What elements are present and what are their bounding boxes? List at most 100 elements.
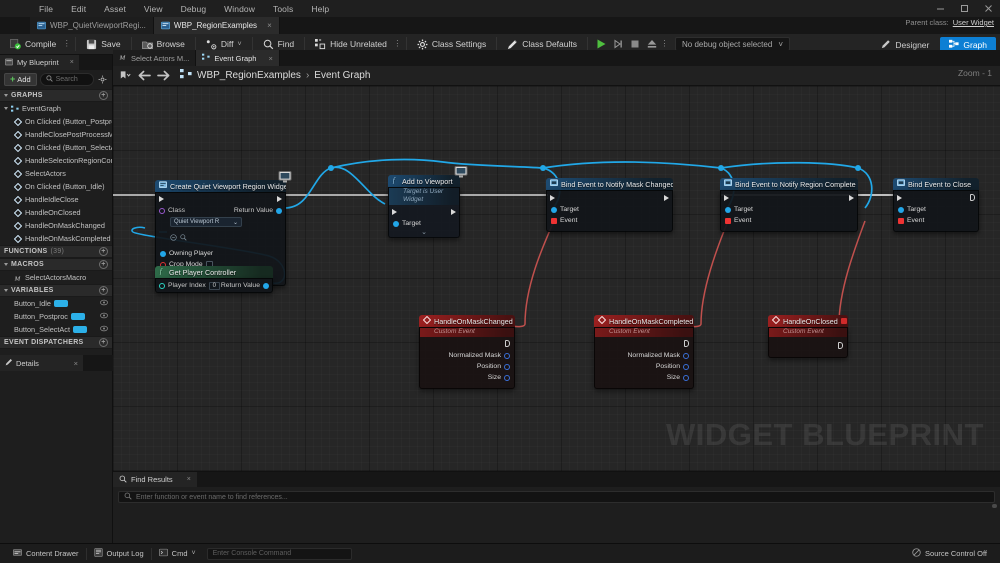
navigate-back-button[interactable] [138,69,151,83]
tree-item-event-7[interactable]: HandleOnClosed [0,206,112,219]
find-results-scrollbar[interactable] [992,504,997,508]
node-get-player-controller[interactable]: f Get Player Controller Player Index 0 R… [155,266,273,293]
section-graphs[interactable]: GRAPHS + [0,89,112,102]
section-macros[interactable]: MACROS + [0,258,112,271]
class-browse-icon[interactable] [170,228,177,246]
menu-debug[interactable]: Debug [172,2,216,16]
tree-item-event-4[interactable]: SelectActors [0,167,112,180]
tree-item-event-9[interactable]: HandleOnMaskCompleted [0,232,112,245]
tree-item-variable-button-postproc[interactable]: Button_Postproc [0,310,112,323]
exec-out-pin[interactable] [277,196,282,202]
menu-tools[interactable]: Tools [264,2,302,16]
bookmark-dropdown-button[interactable] [119,69,132,83]
event-input-pin[interactable] [725,218,731,224]
close-icon[interactable]: × [74,359,78,368]
player-index-value[interactable]: 0 [209,282,220,290]
node-handle-on-closed[interactable]: HandleOnClosed Custom Event [768,315,848,358]
close-icon[interactable]: × [267,21,272,30]
breadcrumb-root[interactable]: WBP_RegionExamples [197,70,301,81]
eye-icon[interactable] [100,299,108,308]
minimize-icon[interactable] [928,0,952,17]
menu-edit[interactable]: Edit [62,2,95,16]
tree-item-variable-button-idle[interactable]: Button_Idle [0,297,112,310]
class-dropdown[interactable]: Quiet Viewport R ⌄ [170,217,242,227]
event-input-pin[interactable] [551,218,557,224]
add-dispatcher-icon[interactable]: + [99,338,108,347]
debug-object-selector[interactable]: No debug object selected ˅ [675,37,790,51]
source-control-button[interactable]: Source Control Off [905,544,994,563]
exec-in-pin[interactable] [392,209,397,215]
breadcrumb-leaf[interactable]: Event Graph [314,70,370,81]
blueprint-graph-canvas[interactable]: WIDGET BLUEPRINT [113,86,1000,471]
section-variables[interactable]: VARIABLES + [0,284,112,297]
tab-find-results[interactable]: Find Results × [113,472,197,487]
event-input-pin[interactable] [898,218,904,224]
size-output-pin[interactable] [504,375,510,381]
compile-button[interactable]: Compile [4,34,62,55]
tree-item-eventgraph[interactable]: EventGraph [0,102,112,115]
console-command-input[interactable]: Enter Console Command [207,548,352,560]
tree-item-event-3[interactable]: HandleSelectionRegionCom [0,154,112,167]
return-value-output-pin[interactable] [263,283,269,289]
close-icon[interactable]: × [70,59,74,66]
exec-in-pin[interactable] [550,195,555,201]
tab-my-blueprint[interactable]: My Blueprint × [0,55,79,70]
node-bind-event-to-notify-region-complete[interactable]: Bind Event to Notify Region Complete Tar… [720,178,858,232]
menu-view[interactable]: View [135,2,172,16]
node-handle-on-mask-completed[interactable]: HandleOnMaskCompleted Custom Event Norma… [594,315,694,389]
cmd-selector[interactable]: Cmd ˅ [152,544,203,563]
add-graph-icon[interactable]: + [99,91,108,100]
add-variable-icon[interactable]: + [99,286,108,295]
tree-item-event-6[interactable]: HandleIdleClose [0,193,112,206]
menu-asset[interactable]: Asset [95,2,135,16]
tree-item-variable-button-selectact[interactable]: Button_SelectAct [0,323,112,336]
maximize-icon[interactable] [952,0,976,17]
parent-class-link[interactable]: User Widget [953,18,994,27]
exec-in-pin[interactable] [897,195,902,201]
player-index-input-pin[interactable] [159,283,165,289]
tree-item-event-2[interactable]: On Clicked (Button_SelectAc [0,141,112,154]
return-value-output-pin[interactable] [276,208,282,214]
owning-player-input-pin[interactable] [160,251,166,257]
node-handle-on-mask-changed[interactable]: HandleOnMaskChanged Custom Event Normali… [419,315,515,389]
tree-item-event-0[interactable]: On Clicked (Button_Postproc [0,115,112,128]
exec-out-pin[interactable] [451,209,456,215]
tab-select-actors-macro[interactable]: M Select Actors M... [113,50,196,66]
node-bind-event-to-notify-mask-changed[interactable]: Bind Event to Notify Mask Changed Target… [546,178,673,232]
class-search-icon[interactable] [180,228,187,246]
chevron-down-icon[interactable] [4,107,8,110]
exec-out-pin[interactable] [684,340,689,347]
compile-options-kebab[interactable]: ⋮ [62,34,71,55]
exec-out-pin[interactable] [838,342,843,349]
tree-item-event-8[interactable]: HandleOnMaskChanged [0,219,112,232]
exec-in-pin[interactable] [724,195,729,201]
expand-node-chevron-icon[interactable]: ⌄ [389,229,459,237]
section-functions[interactable]: FUNCTIONS (39) + [0,245,112,258]
node-add-to-viewport[interactable]: f Add to Viewport Target is User Widget … [388,175,460,238]
exec-out-pin[interactable] [664,195,669,201]
normalized-mask-output-pin[interactable] [504,353,510,359]
size-output-pin[interactable] [683,375,689,381]
add-button[interactable]: + Add [4,73,37,86]
menu-window[interactable]: Window [215,2,264,16]
menu-file[interactable]: File [30,2,62,16]
target-input-pin[interactable] [898,207,904,213]
target-input-pin[interactable] [393,221,399,227]
tab-event-graph[interactable]: Event Graph × [196,50,280,66]
exec-out-pin[interactable] [849,195,854,201]
exec-in-pin[interactable] [159,196,164,202]
close-icon[interactable]: × [268,54,272,63]
search-input[interactable]: Search [40,73,94,86]
close-icon[interactable] [976,0,1000,17]
close-icon[interactable]: × [187,476,191,483]
menu-help[interactable]: Help [302,2,338,16]
exec-out-pin[interactable] [970,194,975,201]
tab-details[interactable]: Details × [0,355,83,371]
eye-icon[interactable] [100,312,108,321]
target-input-pin[interactable] [725,207,731,213]
gear-icon[interactable] [97,73,108,86]
find-search-input[interactable]: Enter function or event name to find ref… [118,491,995,503]
node-bind-event-to-close[interactable]: Bind Event to Close Target Event [893,178,979,232]
class-input-pin[interactable] [159,208,165,214]
delegate-output-pin[interactable] [841,318,847,324]
